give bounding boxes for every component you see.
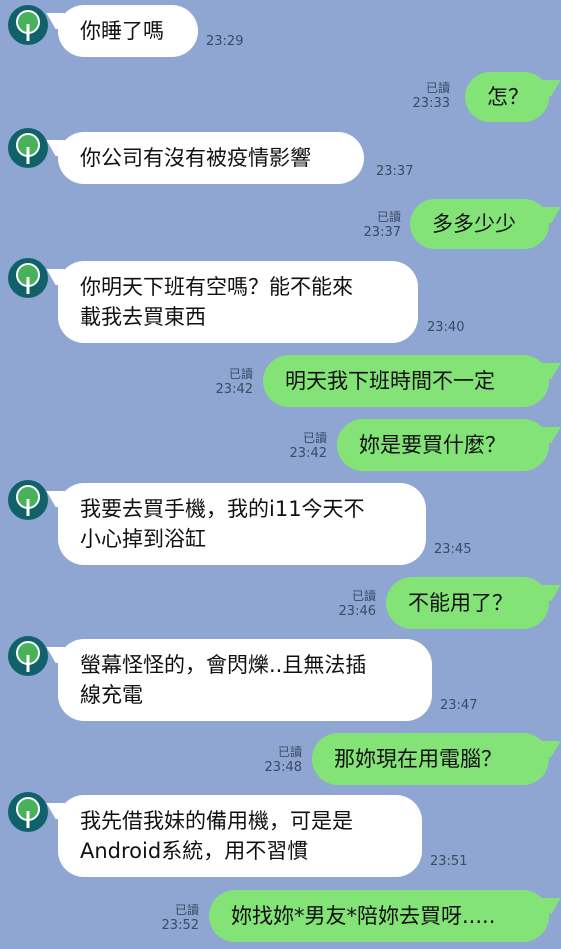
outgoing-message-bubble[interactable]: 那妳現在用電腦？	[312, 733, 549, 785]
avatar[interactable]	[8, 258, 48, 298]
message-time: 23:42	[215, 382, 253, 397]
message-text: 我先借我妹的備用機，可是是 Android系統，用不習慣	[80, 809, 353, 863]
read-receipt: 已讀	[376, 210, 401, 224]
message-row: 已讀 23:42 明天我下班時間不一定	[0, 352, 561, 410]
message-text: 那妳現在用電腦？	[334, 747, 502, 771]
message-row: 已讀 23:46 不能用了？	[0, 574, 561, 632]
message-row: 螢幕怪怪的，會閃爍..且無法插 線充電 23:47	[0, 634, 561, 724]
message-meta: 23:51	[430, 854, 467, 870]
incoming-message-bubble[interactable]: 我要去買手機，我的i11今天不 小心掉到浴缸	[58, 483, 426, 565]
message-row: 已讀 23:37 多多少少	[0, 197, 561, 253]
message-time: 23:37	[363, 225, 401, 240]
avatar[interactable]	[8, 636, 48, 676]
message-row: 已讀 23:33 怎？	[0, 70, 561, 126]
tree-icon	[16, 641, 40, 672]
message-text: 你睡了嗎	[80, 19, 164, 43]
message-text: 明天我下班時間不一定	[285, 369, 495, 393]
message-time: 23:51	[430, 854, 468, 869]
tree-icon	[16, 797, 40, 828]
message-time: 23:46	[338, 604, 376, 619]
outgoing-message-bubble[interactable]: 多多少少	[410, 199, 549, 249]
message-row: 已讀 23:52 妳找妳*男友*陪妳去買呀.....	[0, 886, 561, 946]
outgoing-message-bubble[interactable]: 怎？	[465, 72, 549, 122]
read-receipt: 已讀	[425, 81, 450, 95]
avatar[interactable]	[8, 792, 48, 832]
tree-icon	[16, 10, 40, 41]
message-row: 已讀 23:42 妳是要買什麼？	[0, 416, 561, 474]
message-time: 23:52	[161, 918, 199, 933]
message-meta: 已讀 23:33	[408, 80, 450, 112]
message-time: 23:33	[412, 96, 450, 111]
message-row: 你明天下班有空嗎？能不能來 載我去買東西 23:40	[0, 256, 561, 346]
avatar[interactable]	[8, 480, 48, 520]
message-time: 23:29	[206, 34, 244, 49]
message-meta: 23:47	[440, 698, 477, 714]
message-text: 我要去買手機，我的i11今天不 小心掉到浴缸	[80, 497, 365, 551]
read-receipt: 已讀	[277, 745, 302, 759]
message-meta: 已讀 23:42	[285, 430, 327, 462]
message-text: 你公司有沒有被疫情影響	[80, 146, 311, 170]
message-meta: 已讀 23:42	[211, 366, 253, 398]
message-text: 你明天下班有空嗎？能不能來 載我去買東西	[80, 275, 353, 329]
message-row: 你睡了嗎 23:29	[0, 0, 561, 60]
message-time: 23:48	[264, 760, 302, 775]
message-time: 23:42	[289, 446, 327, 461]
message-meta: 已讀 23:37	[359, 209, 401, 241]
message-text: 怎？	[487, 85, 529, 109]
message-time: 23:37	[376, 164, 414, 179]
read-receipt: 已讀	[174, 903, 199, 917]
read-receipt: 已讀	[351, 589, 376, 603]
message-meta: 已讀 23:48	[260, 744, 302, 776]
message-row: 我先借我妹的備用機，可是是 Android系統，用不習慣 23:51	[0, 790, 561, 880]
incoming-message-bubble[interactable]: 螢幕怪怪的，會閃爍..且無法插 線充電	[58, 639, 432, 721]
tree-icon	[16, 263, 40, 294]
message-time: 23:40	[427, 320, 465, 335]
read-receipt: 已讀	[228, 367, 253, 381]
message-meta: 23:37	[376, 164, 413, 180]
avatar[interactable]	[8, 5, 48, 45]
message-text: 不能用了？	[408, 591, 513, 615]
chat-area[interactable]: 你睡了嗎 23:29 已讀 23:33 怎？ 你公司有沒有被疫情影響 23:37	[0, 0, 561, 949]
outgoing-message-bubble[interactable]: 妳找妳*男友*陪妳去買呀.....	[209, 890, 549, 942]
message-time: 23:47	[440, 698, 478, 713]
message-meta: 已讀 23:52	[157, 902, 199, 934]
incoming-message-bubble[interactable]: 你明天下班有空嗎？能不能來 載我去買東西	[58, 261, 418, 343]
message-row: 你公司有沒有被疫情影響 23:37	[0, 126, 561, 188]
incoming-message-bubble[interactable]: 你睡了嗎	[58, 5, 198, 57]
message-row: 已讀 23:48 那妳現在用電腦？	[0, 730, 561, 788]
message-meta: 23:45	[434, 542, 471, 558]
outgoing-message-bubble[interactable]: 明天我下班時間不一定	[263, 355, 549, 407]
message-meta: 已讀 23:46	[334, 588, 376, 620]
outgoing-message-bubble[interactable]: 不能用了？	[386, 577, 549, 629]
read-receipt: 已讀	[302, 431, 327, 445]
message-text: 妳是要買什麼？	[359, 433, 506, 457]
outgoing-message-bubble[interactable]: 妳是要買什麼？	[337, 419, 549, 471]
message-meta: 23:29	[206, 34, 243, 50]
incoming-message-bubble[interactable]: 你公司有沒有被疫情影響	[58, 132, 364, 184]
message-text: 螢幕怪怪的，會閃爍..且無法插 線充電	[80, 653, 367, 707]
incoming-message-bubble[interactable]: 我先借我妹的備用機，可是是 Android系統，用不習慣	[58, 795, 422, 877]
message-text: 妳找妳*男友*陪妳去買呀.....	[231, 904, 496, 928]
message-meta: 23:40	[427, 320, 464, 336]
message-text: 多多少少	[432, 212, 516, 236]
message-time: 23:45	[434, 542, 472, 557]
message-row: 我要去買手機，我的i11今天不 小心掉到浴缸 23:45	[0, 478, 561, 568]
avatar[interactable]	[8, 128, 48, 168]
tree-icon	[16, 485, 40, 516]
tree-icon	[16, 133, 40, 164]
